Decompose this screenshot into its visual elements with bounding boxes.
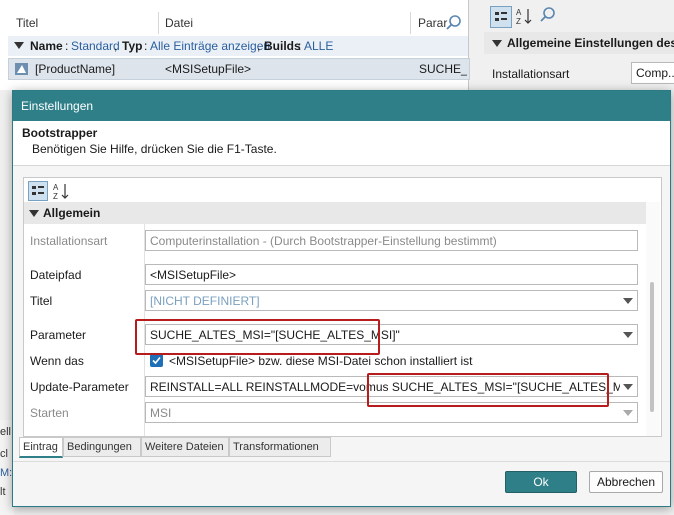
filter-builds-label: Builds (264, 39, 301, 53)
dialog-titlebar[interactable]: Einstellungen (13, 91, 670, 121)
svg-text:A: A (53, 183, 59, 192)
scroll-thumb[interactable] (650, 282, 654, 412)
column-title[interactable]: Titel (16, 16, 38, 30)
search-icon[interactable] (445, 14, 463, 32)
installed-checkbox[interactable] (150, 354, 163, 367)
filter-row[interactable]: Name : Standard , Typ : Alle Einträge an… (8, 36, 468, 56)
property-row-installationsart: Installationsart Computerinstallation - … (24, 227, 646, 253)
tab-weitere-dateien[interactable]: Weitere Dateien (141, 437, 229, 457)
product-icon (15, 63, 28, 75)
categorized-view-icon[interactable] (28, 181, 48, 201)
row-param: SUCHE_A (419, 62, 467, 76)
grid-scrollbar[interactable] (646, 202, 660, 436)
property-row-titel: Titel [NICHT DEFINIERT] (24, 287, 646, 313)
filter-name-label: Name (30, 39, 63, 53)
filter-type-value[interactable]: Alle Einträge anzeigen (150, 39, 270, 53)
settings-dialog: Einstellungen Bootstrapper Benötigen Sie… (12, 90, 671, 507)
filter-name-value[interactable]: Standard (71, 39, 120, 53)
section-header[interactable]: Allgemeine Einstellungen des I (484, 32, 674, 54)
filter-type-label: Typ (122, 39, 143, 53)
tab-bedingungen[interactable]: Bedingungen (63, 437, 141, 457)
column-file[interactable]: Datei (165, 16, 193, 30)
collapse-triangle-icon (29, 210, 39, 217)
ok-button[interactable]: Ok (505, 471, 577, 493)
grid-header: Titel Datei Parar (8, 10, 468, 37)
categorized-view-icon[interactable] (490, 6, 512, 28)
info-heading: Bootstrapper (22, 126, 98, 140)
dropdown-arrow-icon[interactable] (623, 332, 633, 338)
dialog-title: Einstellungen (21, 99, 94, 113)
dropdown-arrow-icon (623, 410, 633, 416)
info-panel: Bootstrapper Benötigen Sie Hilfe, drücke… (13, 121, 670, 166)
tab-eintrag[interactable]: Eintrag (19, 437, 63, 458)
dropdown-arrow-icon[interactable] (623, 298, 633, 304)
tab-bar: Eintrag Bedingungen Weitere Dateien Tran… (19, 437, 419, 458)
property-grid: A Z Allgemein Installationsart Computeri… (23, 177, 662, 437)
column-param[interactable]: Parar (418, 16, 447, 30)
grid-row[interactable]: [ProductName] <MSISetupFile> SUCHE_A (8, 58, 470, 80)
filter-builds-value[interactable]: ALLE (304, 39, 333, 53)
dropdown-arrow-icon[interactable] (623, 384, 633, 390)
titel-field[interactable]: [NICHT DEFINIERT] (145, 290, 638, 311)
dateipfad-field[interactable]: <MSISetupFile> (145, 264, 638, 285)
grid-toolbar: A Z (24, 178, 661, 202)
info-text: Benötigen Sie Hilfe, drücken Sie die F1-… (32, 142, 277, 156)
search-icon[interactable] (539, 6, 557, 24)
property-row-dateipfad: Dateipfad <MSISetupFile> (24, 261, 646, 287)
highlight-parameter (135, 319, 380, 355)
highlight-update-parameter (367, 373, 609, 407)
prop-label: Installationsart (492, 67, 570, 81)
svg-text:Z: Z (516, 17, 521, 26)
tab-transformationen[interactable]: Transformationen (229, 437, 331, 457)
svg-text:Z: Z (53, 192, 58, 199)
section-title: Allgemeine Einstellungen des I (507, 36, 674, 50)
background-property-panel: A Z Allgemeine Einstellungen des I Insta… (484, 0, 674, 90)
installationsart-field: Computerinstallation - (Durch Bootstrapp… (145, 230, 638, 251)
prop-value-field[interactable]: Comp... (631, 62, 674, 84)
sort-alpha-icon[interactable]: A Z (514, 6, 534, 26)
background-grid-panel: Titel Datei Parar Name : Standard , Typ … (0, 0, 470, 90)
row-title: [ProductName] (35, 62, 116, 76)
row-file: <MSISetupFile> (165, 62, 252, 76)
category-header[interactable]: Allgemein (24, 202, 646, 224)
cancel-button[interactable]: Abbrechen (589, 471, 663, 493)
category-title: Allgemein (43, 206, 101, 220)
svg-text:A: A (516, 8, 522, 17)
installed-text: <MSISetupFile> bzw. diese MSI-Datei scho… (169, 354, 473, 368)
sort-alpha-icon[interactable]: A Z (51, 181, 69, 199)
collapse-triangle-icon (492, 40, 502, 47)
checkmark-icon (152, 356, 161, 365)
collapse-triangle-icon (14, 42, 24, 49)
